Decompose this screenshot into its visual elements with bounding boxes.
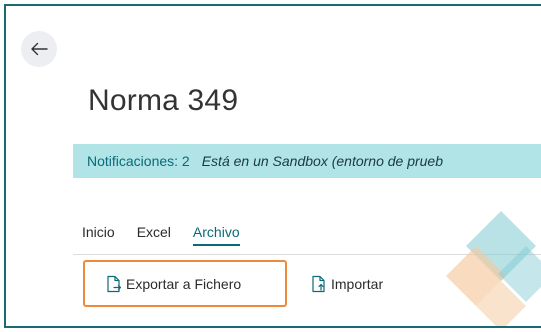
notifications-link[interactable]: Notificaciones: 2 bbox=[87, 153, 190, 169]
export-to-file-button[interactable]: Exportar a Fichero bbox=[83, 260, 287, 307]
import-label: Importar bbox=[331, 275, 384, 292]
document-import-icon bbox=[311, 275, 327, 293]
decorative-diamonds bbox=[446, 211, 541, 326]
page-title: Norma 349 bbox=[88, 84, 239, 117]
tab-archivo[interactable]: Archivo bbox=[192, 224, 240, 246]
tab-inicio[interactable]: Inicio bbox=[82, 224, 115, 244]
notification-bar: Notificaciones: 2 Está en un Sandbox (en… bbox=[73, 144, 541, 178]
tab-excel[interactable]: Excel bbox=[137, 224, 171, 244]
page-frame: Norma 349 Notificaciones: 2 Está en un S… bbox=[4, 4, 541, 328]
action-tabs: Inicio Excel Archivo bbox=[82, 224, 262, 246]
back-button[interactable] bbox=[21, 31, 57, 67]
import-button[interactable]: Importar bbox=[311, 260, 383, 307]
sandbox-message: Está en un Sandbox (entorno de prueb bbox=[201, 153, 444, 169]
document-export-icon bbox=[106, 275, 122, 293]
arrow-left-icon bbox=[30, 42, 48, 56]
export-to-file-label: Exportar a Fichero bbox=[126, 275, 242, 292]
